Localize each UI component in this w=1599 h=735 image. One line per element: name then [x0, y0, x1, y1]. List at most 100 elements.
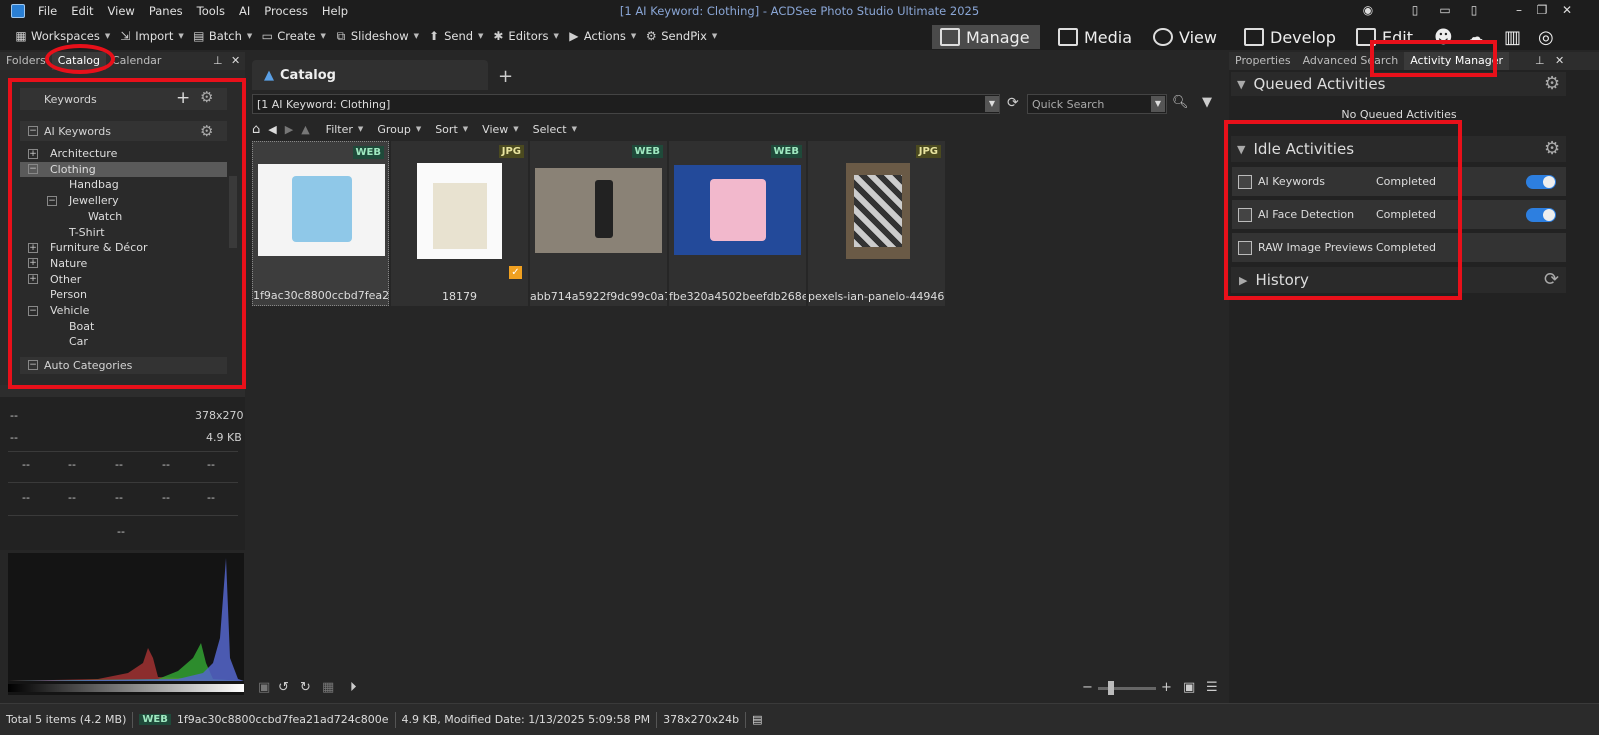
thumbnail-view-icon[interactable]: ▣	[1183, 680, 1195, 695]
menu-help[interactable]: Help	[315, 4, 355, 18]
menu-edit[interactable]: Edit	[64, 4, 100, 18]
editors-icon: ✱	[493, 29, 504, 43]
quick-search-input[interactable]: Quick Search	[1027, 94, 1167, 114]
mode-media[interactable]: Media	[1050, 25, 1140, 49]
close-icon[interactable]: ✕	[1560, 3, 1574, 17]
sendpix-button[interactable]: ⚙ SendPix ▼	[644, 29, 717, 43]
path-bar[interactable]: [1 AI Keyword: Clothing]	[252, 94, 1000, 114]
lock-icon[interactable]: ▣	[258, 680, 270, 695]
expand-icon: ▼	[1237, 77, 1246, 91]
slideshow-button[interactable]: ⧉ Slideshow ▼	[334, 29, 419, 43]
thumbnail-label: 18179	[442, 290, 477, 303]
zoom-in-icon[interactable]: +	[1161, 680, 1172, 695]
workspaces-button[interactable]: ▦ Workspaces ▼	[14, 29, 110, 43]
select-menu[interactable]: Select ▼	[533, 123, 577, 136]
pin-icon[interactable]: ⊥	[213, 54, 223, 67]
tab-folders[interactable]: Folders	[0, 52, 52, 70]
status-total: Total 5 items (4.2 MB)	[6, 713, 127, 726]
menu-view[interactable]: View	[101, 4, 142, 18]
search-dropdown-icon[interactable]: ▼	[1151, 96, 1165, 112]
zoom-slider[interactable]	[1098, 687, 1156, 690]
create-button[interactable]: ▭ Create ▼	[260, 29, 326, 43]
info-field: --	[22, 458, 30, 471]
menu-panes[interactable]: Panes	[142, 4, 190, 18]
details-view-icon[interactable]: ☰	[1206, 680, 1218, 695]
view-menu[interactable]: View ▼	[482, 123, 519, 136]
compare-icon[interactable]: ▦	[322, 680, 334, 695]
thumbnail-label: pexels-ian-panelo-44946...	[808, 290, 945, 303]
import-button[interactable]: ⇲ Import ▼	[118, 29, 184, 43]
slideshow-icon: ⧉	[336, 29, 346, 43]
thumbnail[interactable]: WEB abb714a5922f9dc99c0a7...	[530, 141, 667, 306]
manage-icon	[940, 28, 960, 46]
zoom-slider-handle[interactable]	[1108, 681, 1114, 695]
thumbnail[interactable]: WEB fbe320a4502beefdb268e...	[669, 141, 806, 306]
send-button[interactable]: ⬆ Send ▼	[427, 29, 483, 43]
thumbnail[interactable]: JPG pexels-ian-panelo-44946...	[808, 141, 945, 306]
tagged-checkbox-icon[interactable]: ✓	[509, 266, 522, 279]
queued-gear-icon[interactable]: ⚙	[1544, 73, 1560, 94]
info-field: --	[207, 491, 215, 504]
restore-icon[interactable]: ❐	[1535, 3, 1549, 17]
editors-button[interactable]: ✱ Editors ▼	[491, 29, 558, 43]
info-field: --	[10, 409, 18, 422]
thumbnail[interactable]: WEB 1f9ac30c8800ccbd7fea21...	[252, 141, 390, 306]
menu-tools[interactable]: Tools	[190, 4, 232, 18]
filter-menu[interactable]: Filter ▼	[326, 123, 364, 136]
forward-icon[interactable]: ▶	[285, 123, 293, 136]
status-badge: WEB	[139, 714, 171, 725]
menu-process[interactable]: Process	[257, 4, 315, 18]
file-type-badge: WEB	[631, 145, 663, 158]
mode-view[interactable]: View	[1145, 25, 1225, 49]
status-dims: 378x270x24b	[663, 713, 740, 726]
home-icon[interactable]: ⌂	[252, 122, 260, 137]
layout-center-icon[interactable]: ▭	[1438, 3, 1452, 17]
thumbnail-label: fbe320a4502beefdb268e...	[669, 290, 806, 303]
send-icon: ⬆	[429, 29, 440, 43]
close-panel-icon[interactable]: ✕	[1555, 54, 1564, 67]
minimize-icon[interactable]: –	[1512, 3, 1526, 17]
activity-toggle[interactable]	[1526, 174, 1556, 189]
annotation-box	[1370, 40, 1497, 77]
refresh-icon[interactable]: ⟳	[1007, 95, 1019, 111]
activity-toggle[interactable]	[1526, 207, 1556, 222]
menu-file[interactable]: File	[31, 4, 64, 18]
history-refresh-icon[interactable]: ⟳	[1544, 269, 1559, 290]
slideshow-play-icon[interactable]: ⏵	[350, 680, 357, 695]
info-field: --	[162, 458, 170, 471]
info-field: --	[68, 491, 76, 504]
close-panel-icon[interactable]: ✕	[231, 54, 240, 67]
sort-menu[interactable]: Sort ▼	[435, 123, 468, 136]
info-field: --	[115, 491, 123, 504]
batch-button[interactable]: ▤ Batch ▼	[192, 29, 252, 43]
group-menu[interactable]: Group ▼	[377, 123, 421, 136]
up-icon[interactable]: ▲	[301, 123, 309, 136]
status-info-icon[interactable]: ▤	[752, 713, 762, 726]
new-tab-button[interactable]: +	[498, 66, 513, 87]
back-icon[interactable]: ◀	[268, 123, 276, 136]
search-icon[interactable]: 🔍︎	[1172, 95, 1189, 110]
left-panel-tabs: Folders Catalog Calendar	[0, 52, 245, 70]
app-icon	[11, 4, 25, 18]
rotate-left-icon[interactable]: ↺	[278, 680, 289, 695]
user-icon[interactable]: ◉	[1361, 3, 1375, 17]
actions-button[interactable]: ▶ Actions ▼	[567, 29, 636, 43]
dashboard-icon[interactable]: ▥	[1504, 27, 1521, 48]
mode-manage[interactable]: Manage	[932, 25, 1040, 49]
layout-right-icon[interactable]: ▯	[1467, 3, 1481, 17]
layout-left-icon[interactable]: ▯	[1408, 3, 1422, 17]
browse-bar: ⌂ ◀ ▶ ▲ Filter ▼ Group ▼ Sort ▼ View ▼ Selec…	[252, 119, 1224, 139]
365-icon[interactable]: ◎	[1538, 27, 1554, 48]
rotate-right-icon[interactable]: ↻	[300, 680, 311, 695]
pin-icon[interactable]: ⊥	[1535, 54, 1545, 67]
menu-ai[interactable]: AI	[232, 4, 257, 18]
tab-properties[interactable]: Properties	[1229, 52, 1297, 70]
tab-calendar[interactable]: Calendar	[106, 52, 167, 70]
idle-gear-icon[interactable]: ⚙	[1544, 138, 1560, 159]
zoom-out-icon[interactable]: −	[1082, 680, 1093, 695]
mode-develop[interactable]: Develop	[1236, 25, 1344, 49]
filter-icon[interactable]: ▼	[1202, 95, 1212, 110]
catalog-tab[interactable]: ▲ Catalog	[252, 60, 488, 90]
path-dropdown-icon[interactable]: ▼	[985, 96, 999, 112]
thumbnail[interactable]: JPG ✓ 18179	[391, 141, 528, 306]
